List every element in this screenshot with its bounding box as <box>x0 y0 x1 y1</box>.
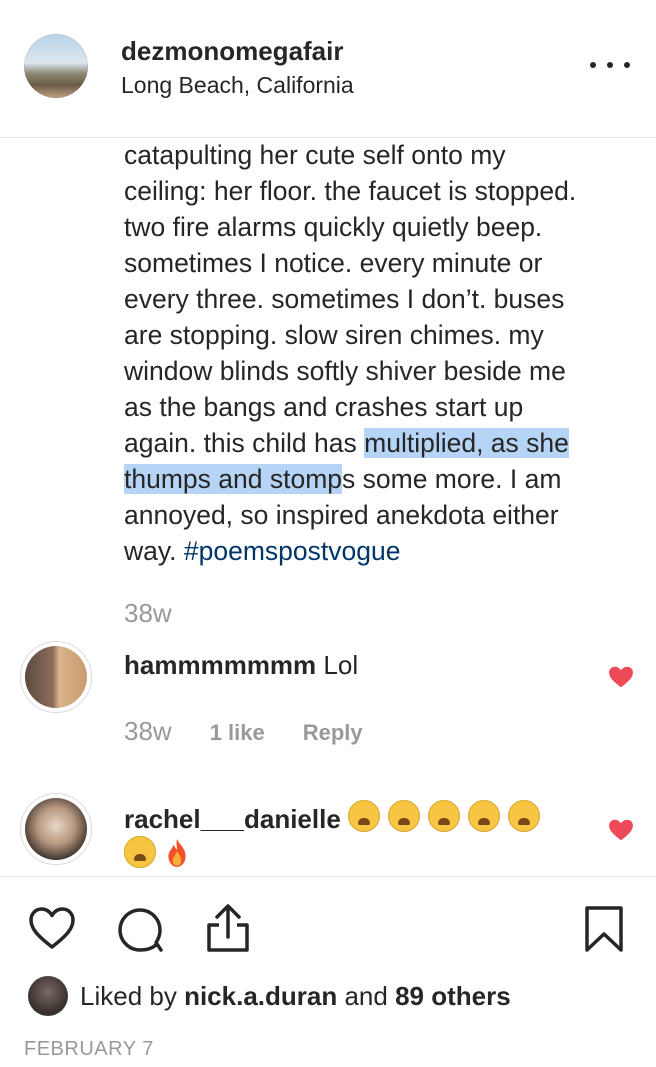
liked-by-text: Liked by nick.a.duran and 89 others <box>80 981 511 1012</box>
post-header: dezmonomegafair Long Beach, California <box>0 0 656 138</box>
caption-line: as the bangs and crashes start up <box>124 392 524 422</box>
liked-others-link[interactable]: 89 others <box>395 981 511 1011</box>
post-caption: catapulting her cute self onto my ceilin… <box>124 137 634 569</box>
caption-line: way. #poemspostvogue <box>124 533 634 569</box>
comment-username[interactable]: rachel___danielle <box>124 804 341 834</box>
fire-icon <box>168 839 186 867</box>
comment-bubble-icon[interactable] <box>117 907 165 953</box>
poster-username[interactable]: dezmonomegafair <box>121 36 344 67</box>
dot-icon <box>624 62 630 68</box>
comment-text: rachel___danielle 😩 😩 😩 😩 😩 😩 🔥 <box>124 800 564 872</box>
caption-line: sometimes I notice. every minute or <box>124 248 543 278</box>
save-bookmark-icon[interactable] <box>584 905 624 953</box>
caption-line: ceiling: her floor. the faucet is stoppe… <box>124 176 577 206</box>
selected-text: thumps and stomp <box>124 464 343 494</box>
caption-line: annoyed, so inspired anekdota either <box>124 500 559 530</box>
caption-line: are stopping. slow siren chimes. my <box>124 320 544 350</box>
liked-prefix: Liked by <box>80 981 185 1011</box>
hashtag-link[interactable]: #poemspostvogue <box>184 536 401 566</box>
comment-username[interactable]: hammmmmmm <box>124 650 316 680</box>
liked-by-username[interactable]: nick.a.duran <box>184 981 337 1011</box>
comment-heart-icon[interactable] <box>608 817 634 843</box>
weary-face-icon <box>388 800 421 832</box>
dot-icon <box>607 62 613 68</box>
poster-avatar[interactable] <box>24 34 88 98</box>
liker-avatar[interactable] <box>28 976 68 1016</box>
caption-line: every three. sometimes I don’t. buses <box>124 284 565 314</box>
more-options-icon[interactable] <box>590 50 630 80</box>
comment-text: hammmmmmm Lol <box>124 648 584 682</box>
caption-timestamp: 38w <box>124 598 172 628</box>
comment-heart-icon[interactable] <box>608 664 634 690</box>
weary-face-icon <box>468 800 501 832</box>
caption-text: way. <box>124 536 184 566</box>
caption-line: two fire alarms quickly quietly beep. <box>124 212 543 242</box>
liked-and: and <box>337 981 396 1011</box>
selected-text: multiplied, as she <box>364 428 569 458</box>
caption-line: window blinds softly shiver beside me <box>124 356 566 386</box>
comment-body: Lol <box>316 650 359 680</box>
caption-text: again. this child has <box>124 428 365 458</box>
caption-line: catapulting her cute self onto my <box>124 140 506 170</box>
post-location[interactable]: Long Beach, California <box>121 72 354 99</box>
weary-face-icon <box>348 800 381 832</box>
comment-meta: 38w 1 like Reply <box>124 716 363 747</box>
commenter-avatar[interactable] <box>20 793 92 865</box>
caption-line: again. this child has multiplied, as she <box>124 425 634 461</box>
dot-icon <box>590 62 596 68</box>
commenter-avatar[interactable] <box>20 641 92 713</box>
weary-face-icon <box>124 836 156 868</box>
reply-button[interactable]: Reply <box>303 720 363 746</box>
comment-likes[interactable]: 1 like <box>210 720 265 746</box>
avatar-image <box>25 798 87 860</box>
weary-face-icon <box>508 800 541 832</box>
comment-age: 38w <box>124 716 172 746</box>
caption-line: thumps and stomps some more. I am <box>124 461 634 497</box>
avatar-image <box>25 646 87 708</box>
weary-face-icon <box>428 800 461 832</box>
post-date: FEBRUARY 7 <box>24 1038 154 1060</box>
like-heart-icon[interactable] <box>28 906 76 950</box>
caption-text: s some more. I am <box>342 464 562 494</box>
share-icon[interactable] <box>205 903 251 953</box>
